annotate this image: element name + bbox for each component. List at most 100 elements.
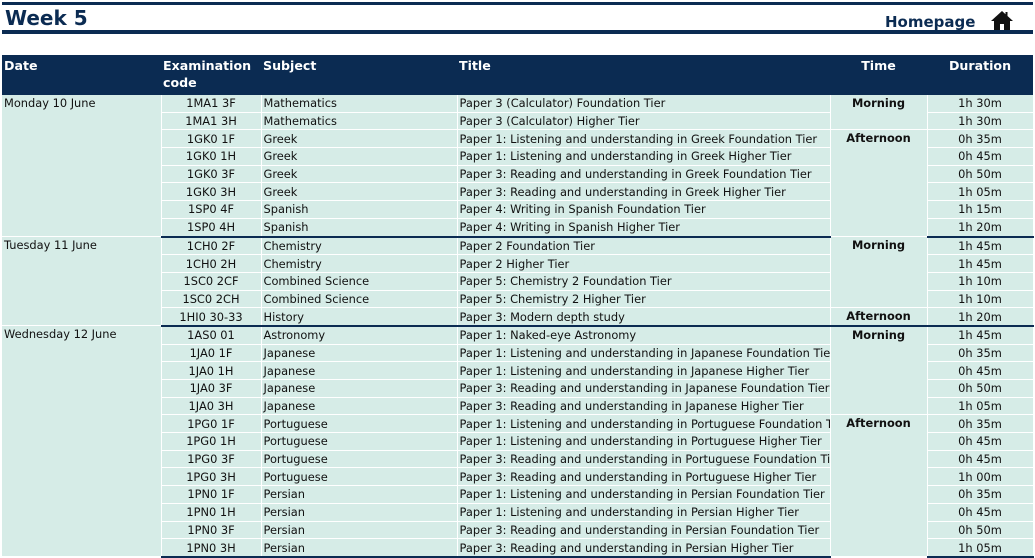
exam-duration: 1h 30m — [927, 112, 1034, 131]
exam-subject: Chemistry — [261, 254, 458, 273]
exam-subject: Spanish — [261, 218, 458, 238]
exam-subject: Persian — [261, 521, 458, 540]
session-morning: Morning — [830, 95, 928, 131]
exam-title: Paper 3: Reading and understanding in Po… — [457, 450, 831, 469]
col-header-duration: Duration — [927, 55, 1033, 95]
exam-subject: Combined Science — [261, 290, 458, 309]
exam-title: Paper 1: Naked-eye Astronomy — [457, 325, 831, 345]
page-title: Week 5 — [5, 6, 88, 30]
exam-subject: Persian — [261, 485, 458, 504]
exam-code: 1GK0 3F — [161, 165, 262, 184]
homepage-link[interactable]: Homepage — [885, 12, 975, 32]
exam-subject: Persian — [261, 538, 458, 558]
exam-subject: Mathematics — [261, 95, 458, 113]
home-icon[interactable] — [990, 10, 1014, 32]
col-header-date: Date — [2, 55, 161, 95]
exam-duration: 1h 05m — [927, 182, 1034, 202]
exam-code: 1GK0 1F — [161, 129, 262, 149]
exam-subject: Astronomy — [261, 325, 458, 345]
exam-code: 1SP0 4F — [161, 200, 262, 219]
exam-code: 1JA0 1H — [161, 361, 262, 380]
exam-code: 1JA0 3F — [161, 379, 262, 398]
exam-timetable: Date Examination code Subject Title Time… — [2, 55, 1034, 558]
session-afternoon: Afternoon — [830, 307, 928, 327]
exam-title: Paper 1: Listening and understanding in … — [457, 503, 831, 522]
table-row: Tuesday 11 June 1CH0 2F Chemistry Paper 2 F… — [2, 236, 1034, 327]
exam-subject: Japanese — [261, 397, 458, 416]
exam-duration: 1h 10m — [927, 272, 1034, 291]
exam-subject: Portuguese — [261, 432, 458, 451]
exam-duration: 1h 45m — [927, 254, 1034, 273]
exam-date: Monday 10 June — [2, 95, 162, 237]
session-afternoon: Afternoon — [830, 414, 928, 558]
exam-duration: 0h 35m — [927, 129, 1034, 149]
exam-duration: 1h 05m — [927, 397, 1034, 416]
exam-duration: 1h 45m — [927, 325, 1034, 345]
exam-code: 1HI0 30-33 — [161, 307, 262, 327]
exam-code: 1GK0 1H — [161, 147, 262, 166]
exam-title: Paper 3: Reading and understanding in Ja… — [457, 379, 831, 398]
exam-title: Paper 3: Reading and understanding in Ja… — [457, 397, 831, 416]
table-header-row: Date Examination code Subject Title Time… — [2, 55, 1033, 95]
exam-code: 1PN0 3H — [161, 538, 262, 558]
exam-code: 1SC0 2CF — [161, 272, 262, 291]
exam-code: 1SP0 4H — [161, 218, 262, 238]
exam-date: Wednesday 12 June — [2, 325, 162, 558]
exam-title: Paper 3: Reading and understanding in Gr… — [457, 165, 831, 184]
exam-subject: Portuguese — [261, 414, 458, 434]
exam-duration: 0h 50m — [927, 165, 1034, 184]
exam-subject: Greek — [261, 165, 458, 184]
exam-duration: 0h 35m — [927, 485, 1034, 504]
exam-title: Paper 2 Higher Tier — [457, 254, 831, 273]
exam-duration: 1h 20m — [927, 307, 1034, 327]
exam-subject: History — [261, 307, 458, 327]
col-header-title: Title — [457, 55, 830, 95]
exam-title: Paper 3: Reading and understanding in Gr… — [457, 182, 831, 202]
timetable-body: Monday 10 June 1MA1 3F Mathematics Paper 3 … — [2, 95, 1034, 558]
exam-title: Paper 5: Chemistry 2 Higher Tier — [457, 290, 831, 309]
exam-duration: 0h 45m — [927, 361, 1034, 380]
exam-title: Paper 3: Reading and understanding in Po… — [457, 467, 831, 487]
exam-title: Paper 1: Listening and understanding in … — [457, 344, 831, 363]
exam-subject: Japanese — [261, 379, 458, 398]
page-header: Week 5 Homepage — [0, 0, 1035, 36]
header-top-rule — [2, 2, 1033, 5]
exam-subject: Japanese — [261, 344, 458, 363]
exam-subject: Greek — [261, 182, 458, 202]
exam-duration: 0h 35m — [927, 414, 1034, 434]
exam-subject: Spanish — [261, 200, 458, 219]
exam-code: 1PG0 1F — [161, 414, 262, 434]
exam-title: Paper 3 (Calculator) Higher Tier — [457, 112, 831, 131]
table-row: Monday 10 June 1MA1 3F Mathematics Paper 3 … — [2, 95, 1034, 237]
exam-subject: Portuguese — [261, 467, 458, 487]
exam-title: Paper 3: Modern depth study — [457, 307, 831, 327]
exam-title: Paper 1: Listening and understanding in … — [457, 147, 831, 166]
exam-title: Paper 3: Reading and understanding in Pe… — [457, 538, 831, 558]
session-afternoon: Afternoon — [830, 129, 928, 237]
exam-title: Paper 1: Listening and understanding in … — [457, 361, 831, 380]
exam-subject: Persian — [261, 503, 458, 522]
exam-title: Paper 4: Writing in Spanish Foundation T… — [457, 200, 831, 219]
exam-title: Paper 1: Listening and understanding in … — [457, 414, 831, 434]
exam-title: Paper 3 (Calculator) Foundation Tier — [457, 95, 831, 113]
exam-duration: 1h 30m — [927, 95, 1034, 113]
exam-duration: 1h 15m — [927, 200, 1034, 219]
exam-duration: 1h 20m — [927, 218, 1034, 238]
exam-code: 1PN0 3F — [161, 521, 262, 540]
session-morning: Morning — [830, 325, 928, 416]
exam-code: 1SC0 2CH — [161, 290, 262, 309]
exam-code: 1PN0 1F — [161, 485, 262, 504]
exam-subject: Mathematics — [261, 112, 458, 131]
exam-code: 1MA1 3H — [161, 112, 262, 131]
exam-duration: 0h 45m — [927, 432, 1034, 451]
exam-subject: Chemistry — [261, 236, 458, 256]
exam-duration: 0h 50m — [927, 521, 1034, 540]
exam-duration: 0h 50m — [927, 379, 1034, 398]
exam-subject: Portuguese — [261, 450, 458, 469]
exam-date: Tuesday 11 June — [2, 236, 162, 327]
exam-code: 1CH0 2F — [161, 236, 262, 256]
exam-code: 1JA0 3H — [161, 397, 262, 416]
exam-duration: 0h 35m — [927, 344, 1034, 363]
exam-duration: 0h 45m — [927, 450, 1034, 469]
exam-subject: Combined Science — [261, 272, 458, 291]
